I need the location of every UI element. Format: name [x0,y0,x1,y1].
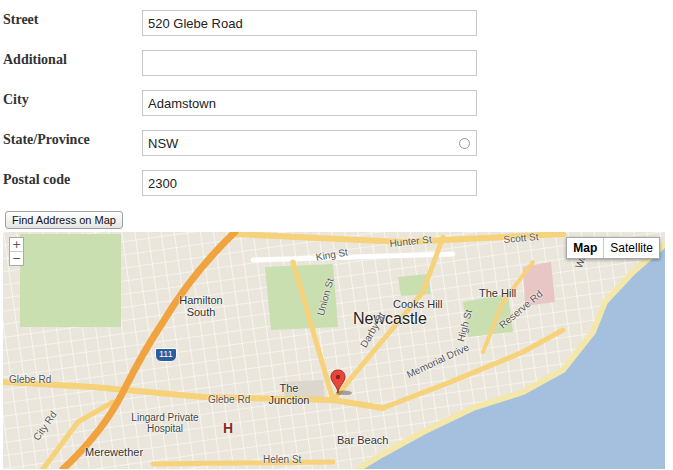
map-label: Helen St [263,454,301,465]
field-label: Additional [3,50,142,68]
map-type-button[interactable]: Satellite [603,238,659,258]
map-label: 111 [155,348,177,362]
page: Street Additional City State/Province Postal… [0,0,673,469]
field-input[interactable] [143,92,476,115]
field-label: Postal code [3,170,142,188]
map-label: Hamilton South [171,294,231,318]
map-label: Glebe Rd [9,374,51,385]
map[interactable]: +−Scott StHunter StKing StHamilton South… [3,232,665,469]
map-label: The Junction [261,382,317,406]
map-label: Lingard Private Hospital [115,412,215,434]
map-type-control: MapSatellite [566,237,660,259]
map-label: Bar Beach [337,434,388,446]
field-label: State/Province [3,130,142,148]
select-ring-icon [459,138,470,149]
field-input[interactable] [143,12,476,35]
text-field[interactable] [142,90,477,116]
field-label: City [3,90,142,108]
map-type-button[interactable]: Map [567,238,603,258]
map-label: Cooks Hill [393,298,443,310]
map-label: Merewether [85,446,143,458]
map-pin-icon[interactable] [329,369,355,395]
map-label: H [223,421,233,436]
map-label: Newcastle [353,310,427,328]
find-address-button[interactable]: Find Address on Map [5,211,123,229]
zoom-button[interactable]: + [10,238,23,251]
field-input[interactable] [143,172,476,195]
map-label: Glebe Rd [208,394,250,405]
select-field[interactable] [142,130,477,156]
field-label: Street [3,10,142,28]
text-field[interactable] [142,170,477,196]
zoom-control: +− [9,237,24,266]
text-field[interactable] [142,10,477,36]
map-canvas-icon[interactable] [3,232,665,469]
address-form: Street Additional City State/Province Postal… [3,10,673,196]
map-label: The Hill [479,287,516,299]
field-input[interactable] [143,132,459,155]
zoom-button[interactable]: − [10,251,23,265]
text-field[interactable] [142,50,477,76]
field-input[interactable] [143,52,476,75]
